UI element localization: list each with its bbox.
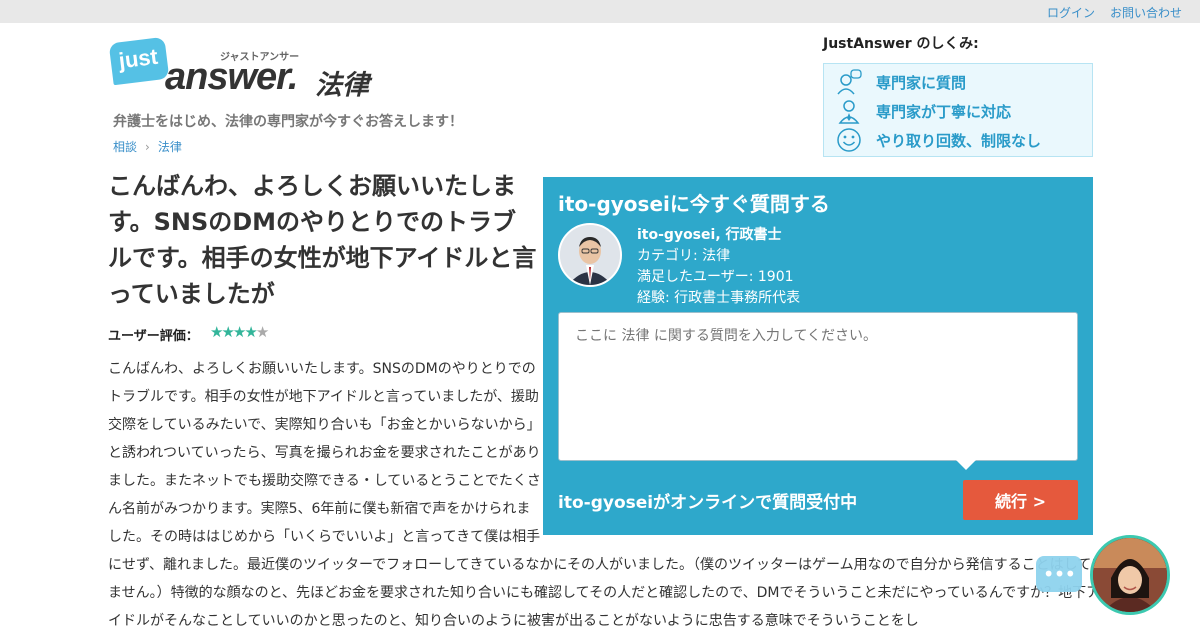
breadcrumb-separator: › <box>145 140 150 154</box>
breadcrumb-item-consult[interactable]: 相談 <box>113 140 137 154</box>
ask-expert-panel: ito-gyoseiに今すぐ質問する ito-gyosei, 行政書士 カテゴリ… <box>543 177 1093 535</box>
logo-category: 法律 <box>315 70 369 101</box>
breadcrumb: 相談 › 法律 <box>113 138 182 155</box>
just-logo-badge[interactable]: just <box>108 36 170 86</box>
how-item-unlimited: やり取り回数、制限なし <box>836 127 1041 153</box>
typing-dots-icon[interactable]: ••• <box>1036 556 1082 592</box>
star-empty-icon: ★ <box>255 323 270 341</box>
how-item-label: やり取り回数、制限なし <box>876 131 1042 150</box>
logo-answer[interactable]: answer. <box>165 56 298 99</box>
star-icon: ★ <box>221 323 235 341</box>
star-rating: ★★★★★ <box>210 323 270 341</box>
how-item-expert: 専門家が丁寧に対応 <box>836 98 1011 124</box>
star-icon: ★ <box>232 323 247 341</box>
how-item-label: 専門家に質問 <box>876 73 967 92</box>
question-person-icon <box>836 69 862 95</box>
user-rating-label: ユーザー評価： <box>108 329 199 344</box>
online-status: ito-gyoseiがオンラインで質問受付中 <box>558 493 858 513</box>
how-it-works-title: JustAnswer のしくみ: <box>823 36 979 52</box>
chat-agent-avatar[interactable] <box>1090 535 1170 615</box>
logo-just-text: just <box>117 43 160 74</box>
how-item-ask: 専門家に質問 <box>836 69 966 95</box>
tagline: 弁護士をはじめ、法律の専門家が今すぐお答えします！ <box>113 114 463 130</box>
expert-name: ito-gyosei, 行政書士 <box>637 227 782 243</box>
login-link[interactable]: ログイン <box>1047 4 1095 21</box>
expert-avatar[interactable] <box>558 223 622 287</box>
how-item-label: 専門家が丁寧に対応 <box>876 102 1012 121</box>
smiley-icon <box>836 127 862 153</box>
continue-button[interactable]: 続行 > <box>963 480 1078 520</box>
contact-link[interactable]: お問い合わせ <box>1110 4 1182 21</box>
input-pointer <box>956 460 976 470</box>
expert-satisfied-users: 満足したユーザー: 1901 <box>637 269 794 285</box>
panel-title: ito-gyoseiに今すぐ質問する <box>558 192 830 216</box>
expert-experience: 経験: 行政書士事務所代表 <box>637 290 801 306</box>
star-icon: ★ <box>244 323 258 341</box>
star-icon: ★ <box>210 323 224 341</box>
breadcrumb-item-law[interactable]: 法律 <box>158 140 182 154</box>
expert-icon <box>836 98 862 124</box>
top-bar: ログイン お問い合わせ <box>0 0 1200 23</box>
how-it-works-box: 専門家に質問 専門家が丁寧に対応 やり取り回数、制限なし <box>823 63 1093 157</box>
question-title: こんばんわ、よろしくお願いいたします。SNSのDMのやりとりでのトラブルです。相… <box>108 172 537 308</box>
question-input[interactable] <box>558 312 1078 461</box>
expert-category: カテゴリ: 法律 <box>637 248 731 264</box>
